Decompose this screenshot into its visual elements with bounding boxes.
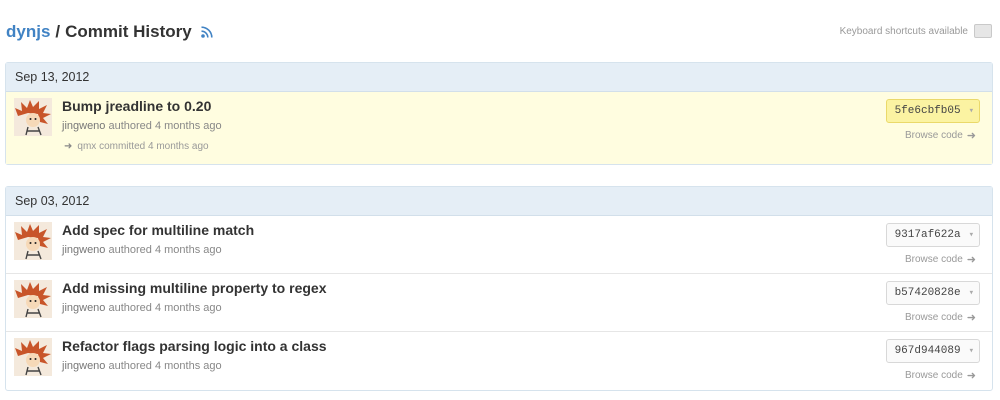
commit-message[interactable]: Bump jreadline to 0.20 — [62, 98, 211, 114]
chevron-down-icon: ▾ — [968, 288, 974, 298]
browse-code-label: Browse code — [904, 312, 963, 323]
avatar[interactable] — [14, 98, 52, 136]
browse-code-link[interactable]: Browse code ➜ — [905, 369, 976, 382]
authored-text: authored 4 months ago — [108, 244, 222, 256]
commit-sha-button[interactable]: 967d944089 ▾ — [885, 339, 980, 363]
repo-link[interactable]: dynjs — [6, 22, 50, 42]
arrow-right-icon: ➜ — [966, 130, 976, 142]
avatar[interactable] — [14, 338, 52, 376]
browse-code-link[interactable]: Browse code ➜ — [905, 311, 976, 324]
commit-sha-button[interactable]: 9317af622a ▾ — [885, 223, 980, 247]
browse-code-link[interactable]: Browse code ➜ — [905, 129, 976, 142]
commit-sha-button[interactable]: b57420828e ▾ — [885, 281, 980, 305]
browse-code-label: Browse code — [904, 130, 963, 141]
rss-icon[interactable] — [200, 25, 214, 39]
author-name[interactable]: jingweno — [62, 360, 105, 372]
commit-row: Bump jreadline to 0.20 jingweno authored… — [6, 92, 992, 164]
chevron-down-icon: ▾ — [968, 106, 974, 116]
commit-meta: jingweno authored 4 months ago — [62, 120, 222, 132]
commit-sha: 967d944089 — [894, 345, 961, 357]
authored-text: authored 4 months ago — [108, 302, 222, 314]
breadcrumb-separator: / — [55, 22, 61, 41]
browse-code-link[interactable]: Browse code ➜ — [905, 253, 976, 266]
commit-group: Sep 03, 2012 Add spec for multiline matc… — [5, 186, 993, 391]
chevron-down-icon: ▾ — [968, 346, 974, 356]
authored-text: authored 4 months ago — [108, 360, 222, 372]
commit-arrow-icon: ➜ — [64, 141, 73, 152]
keyboard-shortcuts-label: Keyboard shortcuts available — [839, 25, 968, 37]
date-label: Sep 03, 2012 — [15, 194, 90, 208]
commit-row: Add spec for multiline match jingweno au… — [6, 216, 992, 274]
avatar[interactable] — [14, 222, 52, 260]
author-name[interactable]: jingweno — [62, 120, 105, 132]
page-header: dynjs / Commit History — [6, 18, 214, 46]
author-name[interactable]: jingweno — [62, 244, 105, 256]
committer-name[interactable]: qmx — [77, 141, 96, 152]
commit-sha: b57420828e — [894, 287, 961, 299]
commit-sha: 9317af622a — [894, 229, 961, 241]
date-label: Sep 13, 2012 — [15, 70, 90, 84]
commit-message[interactable]: Refactor flags parsing logic into a clas… — [62, 338, 327, 354]
committed-text: committed 4 months ago — [99, 141, 209, 152]
commit-sha-button[interactable]: 5fe6cbfb05 ▾ — [885, 99, 980, 123]
commit-row: Refactor flags parsing logic into a clas… — [6, 332, 992, 390]
keyboard-icon — [974, 24, 992, 38]
commit-group-date: Sep 13, 2012 — [6, 63, 992, 92]
keyboard-shortcuts[interactable]: Keyboard shortcuts available — [840, 24, 992, 38]
commit-message[interactable]: Add missing multiline property to regex — [62, 280, 326, 296]
authored-text: authored 4 months ago — [108, 120, 222, 132]
commit-sha: 5fe6cbfb05 — [894, 105, 961, 117]
browse-code-label: Browse code — [904, 254, 963, 265]
committer-line: ➜ qmx committed 4 months ago — [64, 141, 209, 152]
arrow-right-icon: ➜ — [966, 312, 976, 324]
arrow-right-icon: ➜ — [966, 370, 976, 382]
commit-message[interactable]: Add spec for multiline match — [62, 222, 254, 238]
page-title: Commit History — [65, 22, 192, 41]
commit-group: Sep 13, 2012 Bump jreadline to 0.20 jing… — [5, 62, 993, 165]
arrow-right-icon: ➜ — [966, 254, 976, 266]
chevron-down-icon: ▾ — [968, 230, 974, 240]
commit-meta: jingweno authored 4 months ago — [62, 244, 222, 256]
avatar[interactable] — [14, 280, 52, 318]
commit-row: Add missing multiline property to regex … — [6, 274, 992, 332]
author-name[interactable]: jingweno — [62, 302, 105, 314]
commit-group-date: Sep 03, 2012 — [6, 187, 992, 216]
browse-code-label: Browse code — [904, 370, 963, 381]
commit-meta: jingweno authored 4 months ago — [62, 302, 222, 314]
commit-meta: jingweno authored 4 months ago — [62, 360, 222, 372]
